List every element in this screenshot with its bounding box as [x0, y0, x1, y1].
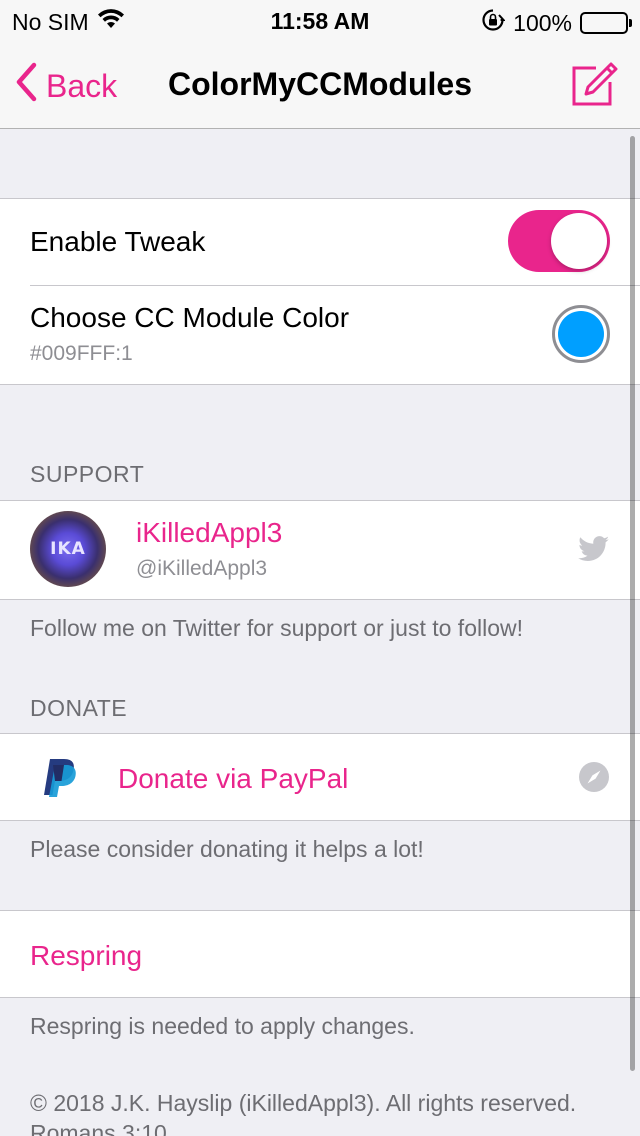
twitter-handle: @iKilledAppl3 [136, 557, 268, 580]
twitter-name: iKilledAppl3 [136, 517, 283, 548]
settings-list: Enable Tweak Choose CC Module Color #009… [0, 130, 640, 1136]
status-left: No SIM [12, 8, 125, 36]
chevron-left-icon [14, 62, 38, 110]
respring-footer: Respring is needed to apply changes. [30, 1013, 415, 1039]
color-swatch[interactable] [552, 305, 610, 363]
back-button[interactable]: Back [14, 62, 117, 110]
enable-tweak-label: Enable Tweak [30, 226, 206, 257]
scrollbar[interactable] [630, 136, 635, 1071]
twitter-icon [578, 536, 610, 567]
donate-label: Donate via PayPal [118, 763, 349, 794]
support-header-area: SUPPORT [0, 385, 640, 500]
enable-tweak-row: Enable Tweak [0, 199, 640, 285]
navigation-bar: Back ColorMyCCModules [0, 40, 640, 129]
paypal-icon [40, 757, 80, 804]
status-right: 100% [481, 8, 632, 38]
respring-group: Respring [0, 910, 640, 998]
compose-icon [570, 62, 618, 112]
respring-row[interactable]: Respring [0, 911, 640, 997]
color-value: #009FFF:1 [30, 342, 133, 365]
back-label: Back [46, 67, 118, 104]
enable-tweak-toggle[interactable] [508, 210, 610, 272]
status-bar: No SIM 11:58 AM 100% [0, 0, 640, 40]
top-spacer [0, 130, 640, 198]
twitter-row[interactable]: IKA iKilledAppl3 @iKilledAppl3 [0, 501, 640, 599]
battery-percent: 100% [513, 9, 572, 36]
safari-compass-icon [578, 761, 610, 798]
avatar: IKA [30, 511, 106, 587]
orientation-lock-icon [481, 8, 506, 38]
donate-header-area: DONATE [0, 695, 640, 733]
carrier-label: No SIM [12, 8, 89, 35]
donate-header: DONATE [30, 695, 128, 721]
respring-button[interactable]: Respring [30, 940, 142, 972]
wifi-icon [97, 8, 125, 36]
settings-screen: No SIM 11:58 AM 100% Back ColorMyCCModul… [0, 0, 640, 1136]
support-group: IKA iKilledAppl3 @iKilledAppl3 [0, 500, 640, 600]
copyright-text: © 2018 J.K. Hayslip (iKilledAppl3). All … [30, 1090, 577, 1136]
color-picker-row[interactable]: Choose CC Module Color #009FFF:1 [0, 285, 640, 384]
paypal-row[interactable]: Donate via PayPal [0, 734, 640, 820]
support-header: SUPPORT [30, 461, 145, 487]
battery-icon [580, 12, 632, 34]
support-footer: Follow me on Twitter for support or just… [30, 615, 523, 641]
avatar-text: IKA [50, 539, 86, 559]
donate-group: Donate via PayPal [0, 733, 640, 821]
settings-group: Enable Tweak Choose CC Module Color #009… [0, 198, 640, 385]
donate-footer: Please consider donating it helps a lot! [30, 836, 424, 862]
color-picker-label: Choose CC Module Color [30, 302, 350, 333]
compose-button[interactable] [570, 62, 618, 113]
